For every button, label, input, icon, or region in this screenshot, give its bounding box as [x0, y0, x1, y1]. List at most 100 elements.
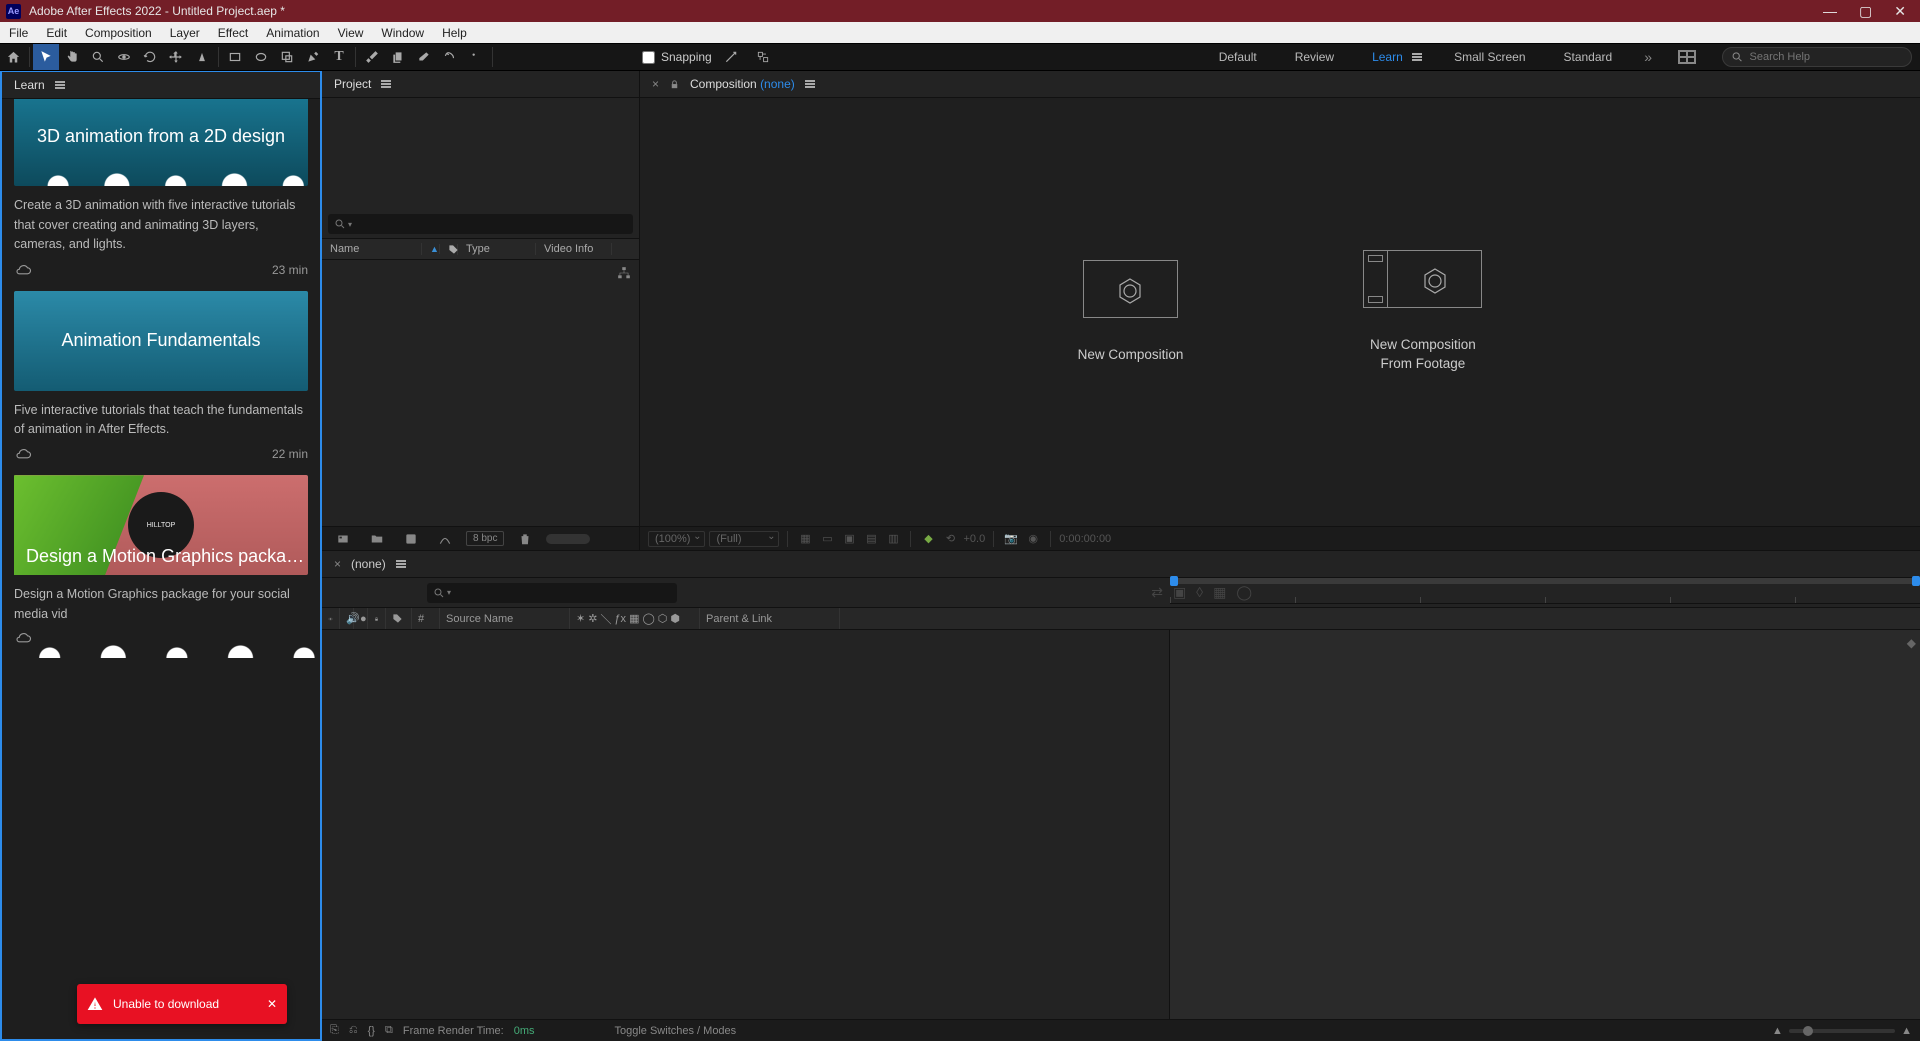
brush-tool[interactable] — [359, 44, 385, 70]
mask-tool[interactable] — [274, 44, 300, 70]
timeline-layers-area[interactable] — [322, 630, 1170, 1019]
learn-tab[interactable]: Learn — [14, 78, 45, 92]
comp-tab-menu-icon[interactable] — [805, 80, 815, 88]
toggle-brackets-icon[interactable]: {} — [368, 1025, 375, 1037]
menu-composition[interactable]: Composition — [76, 26, 161, 40]
minimize-button[interactable]: — — [1823, 3, 1837, 20]
marker-icon[interactable]: ◆ — [1907, 636, 1916, 650]
transparency-grid-icon[interactable]: ▦ — [796, 531, 814, 547]
workspace-overflow-icon[interactable]: » — [1644, 49, 1652, 65]
ellipse-tool[interactable] — [248, 44, 274, 70]
roto-tool[interactable] — [437, 44, 463, 70]
toggle-modes-icon[interactable]: ⎌ — [349, 1024, 358, 1037]
project-tab[interactable]: Project — [334, 77, 371, 91]
close-button[interactable]: ✕ — [1894, 3, 1906, 20]
region-icon[interactable]: ▣ — [840, 531, 858, 547]
home-button[interactable] — [0, 44, 26, 70]
menu-window[interactable]: Window — [372, 26, 433, 40]
snapping-checkbox[interactable] — [642, 51, 655, 64]
timeline-tab-menu-icon[interactable] — [396, 560, 406, 568]
project-body[interactable] — [322, 260, 639, 526]
workspace-grid-icon[interactable] — [1678, 50, 1696, 64]
learn-card-mg-thumb[interactable]: HILLTOP Design a Motion Graphics packa… — [14, 475, 308, 575]
lock-icon[interactable] — [669, 79, 680, 90]
col-lock-icon[interactable] — [368, 608, 386, 629]
clone-tool[interactable] — [385, 44, 411, 70]
menu-file[interactable]: File — [0, 26, 37, 40]
project-settings-icon[interactable] — [432, 526, 458, 552]
menu-view[interactable]: View — [329, 26, 373, 40]
rect-tool[interactable] — [222, 44, 248, 70]
col-solo-icon[interactable]: ● — [354, 608, 368, 629]
menu-animation[interactable]: Animation — [257, 26, 328, 40]
zoom-tool[interactable] — [85, 44, 111, 70]
hand-tool[interactable] — [59, 44, 85, 70]
puppet-tool[interactable] — [463, 44, 489, 70]
toast-close-button[interactable]: ✕ — [267, 997, 277, 1011]
project-search-input[interactable]: ▾ — [328, 214, 633, 234]
selection-tool[interactable] — [33, 44, 59, 70]
learn-card-anim-thumb[interactable]: Animation Fundamentals — [14, 291, 308, 391]
comp-tab-label[interactable]: Composition (none) — [690, 77, 795, 91]
delete-icon[interactable] — [512, 526, 538, 552]
timeline-zoom-slider[interactable]: ▲▲ — [1772, 1027, 1912, 1035]
learn-card-3d-thumb[interactable]: 3D animation from a 2D design — [14, 99, 308, 186]
workspace-standard[interactable]: Standard — [1558, 46, 1619, 68]
pan-behind-tool[interactable] — [163, 44, 189, 70]
mask-toggle-icon[interactable]: ▭ — [818, 531, 836, 547]
maximize-button[interactable]: ▢ — [1859, 3, 1872, 20]
col-switches[interactable]: ✶✲＼ƒx▦◯⬡⬢ — [570, 608, 700, 629]
new-composition-button[interactable]: New Composition — [1078, 260, 1184, 365]
zoom-dropdown[interactable]: (100%) — [648, 531, 705, 547]
menu-effect[interactable]: Effect — [209, 26, 257, 40]
snap-opt-1-icon[interactable] — [718, 44, 744, 70]
col-audio-icon[interactable]: 🔊 — [340, 608, 354, 629]
col-parent[interactable]: Parent & Link — [700, 608, 840, 629]
orbit-tool[interactable] — [111, 44, 137, 70]
new-folder-icon[interactable] — [364, 526, 390, 552]
timeline-work-area[interactable] — [1170, 578, 1920, 584]
render-queue-icon[interactable]: ⧉ — [385, 1024, 393, 1037]
type-tool[interactable]: T — [326, 44, 352, 70]
eraser-tool[interactable] — [411, 44, 437, 70]
bpc-indicator[interactable]: 8 bpc — [466, 531, 504, 546]
timeline-ruler[interactable] — [1170, 586, 1920, 604]
toggle-switches-modes-button[interactable]: Toggle Switches / Modes — [615, 1025, 737, 1037]
col-label-icon[interactable] — [386, 608, 412, 629]
col-visibility-icon[interactable] — [322, 608, 340, 629]
show-snapshot-icon[interactable]: ◉ — [1024, 531, 1042, 547]
col-source-name[interactable]: Source Name — [440, 608, 570, 629]
project-tab-menu-icon[interactable] — [381, 80, 391, 88]
comp-mini-flow-icon[interactable]: ⇄ — [1151, 584, 1163, 601]
interpret-footage-icon[interactable] — [330, 526, 356, 552]
pen-tool[interactable] — [300, 44, 326, 70]
rotate-tool[interactable] — [137, 44, 163, 70]
timeline-search-input[interactable]: ▾ — [427, 583, 677, 603]
learn-tab-menu-icon[interactable] — [55, 81, 65, 89]
col-index[interactable]: # — [412, 608, 440, 629]
snapshot-icon[interactable]: 📷 — [1002, 531, 1020, 547]
thumbnail-slider[interactable] — [546, 534, 590, 544]
resolution-dropdown[interactable]: (Full) — [709, 531, 779, 547]
workspace-learn-menu-icon[interactable] — [1412, 53, 1422, 61]
workspace-review[interactable]: Review — [1289, 46, 1340, 68]
timeline-tab[interactable]: (none) — [351, 557, 386, 571]
channel-icon[interactable]: ▥ — [884, 531, 902, 547]
snap-opt-2-icon[interactable] — [750, 44, 776, 70]
new-composition-from-footage-button[interactable]: New CompositionFrom Footage — [1363, 250, 1482, 374]
menu-edit[interactable]: Edit — [37, 26, 76, 40]
comp-tab-close-icon[interactable]: × — [652, 77, 659, 91]
guides-icon[interactable]: ▤ — [862, 531, 880, 547]
search-help-input[interactable] — [1722, 47, 1912, 67]
project-columns[interactable]: Name ▲ Type Video Info — [322, 238, 639, 260]
timeline-tab-close-icon[interactable]: × — [334, 557, 341, 571]
timeline-tracks-area[interactable]: ◆ — [1170, 630, 1920, 1019]
reset-exposure-icon[interactable]: ⟲ — [941, 531, 959, 547]
menu-help[interactable]: Help — [433, 26, 476, 40]
workspace-small-screen[interactable]: Small Screen — [1448, 46, 1531, 68]
workspace-default[interactable]: Default — [1213, 46, 1263, 68]
flowchart-icon[interactable] — [617, 266, 631, 280]
menu-layer[interactable]: Layer — [161, 26, 209, 40]
exposure-value[interactable]: +0.0 — [963, 533, 985, 545]
color-mgmt-icon[interactable]: ◆ — [919, 531, 937, 547]
